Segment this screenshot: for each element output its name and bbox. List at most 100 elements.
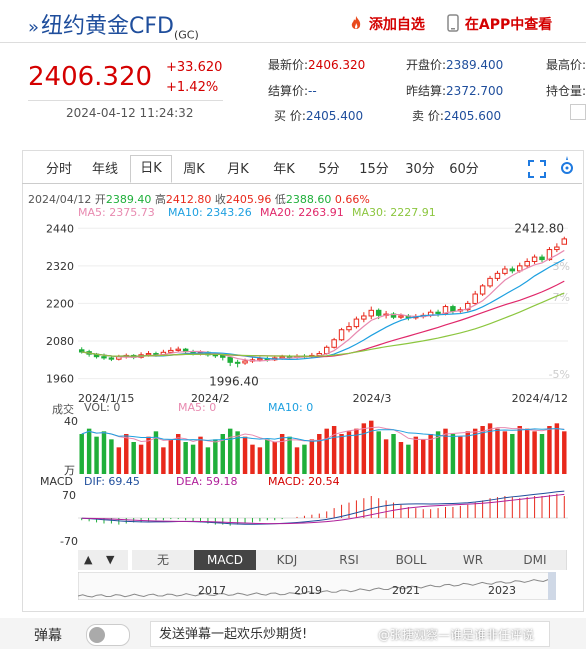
volume-bar <box>309 439 315 474</box>
latest-price-field: 最新价:2406.320 <box>268 58 366 72</box>
tab-60min[interactable]: 60分 <box>444 157 484 183</box>
candle-body <box>509 268 516 272</box>
tab-5min[interactable]: 5分 <box>312 157 346 183</box>
volume-bar <box>376 431 381 474</box>
vol-label: VOL: 0 <box>84 401 121 414</box>
ma5-line <box>81 249 565 362</box>
add-watchlist-label: 添加自选 <box>368 17 425 33</box>
scroll-down-icon[interactable]: ▼ <box>106 553 114 566</box>
indicator-dmi[interactable]: DMI <box>504 550 567 570</box>
toggle-knob <box>89 627 105 643</box>
ohlc-date: 2024/04/12 <box>28 193 92 206</box>
tab-monthly-k[interactable]: 月K <box>220 157 256 183</box>
volume-bar <box>294 447 300 474</box>
tab-year-line[interactable]: 年线 <box>84 157 126 183</box>
quote-header: »纽约黄金CFD(GC) 添加自选 在APP中查看 <box>0 0 586 43</box>
volume-bar <box>101 431 107 474</box>
dif-label: DIF: 69.45 <box>84 475 140 488</box>
volume-bar <box>116 447 122 474</box>
volume-bar <box>161 447 166 474</box>
candle-body <box>346 326 352 331</box>
volume-bar <box>86 428 92 474</box>
volume-bar <box>346 431 352 474</box>
tab-intraday[interactable]: 分时 <box>38 157 80 183</box>
candle-body <box>175 348 181 351</box>
volume-bar <box>413 436 419 474</box>
tab-underline <box>22 183 582 184</box>
volume-bar <box>242 436 248 474</box>
volume-chart <box>79 420 567 474</box>
y-tick-label: 2440 <box>46 222 74 235</box>
candle-body <box>257 358 263 361</box>
candle-body <box>145 353 152 356</box>
price-change: +33.620 <box>166 60 223 75</box>
ohlc-info: 2024/04/12 开2389.40 高2412.80 收2405.96 低2… <box>28 193 370 206</box>
y-tick-label: 2320 <box>46 260 74 273</box>
dea-line <box>81 493 565 525</box>
settle-price-field: 结算价:-- <box>268 84 317 98</box>
volume-bar <box>205 447 211 474</box>
tab-30min[interactable]: 30分 <box>400 157 440 183</box>
scroll-up-icon[interactable]: ▲ <box>84 553 92 566</box>
indicator-boll[interactable]: BOLL <box>380 550 443 570</box>
volume-bar <box>213 439 218 474</box>
volume-bar <box>472 428 478 474</box>
indicator-rsi[interactable]: RSI <box>318 550 381 570</box>
instrument-name: 纽约黄金CFD <box>41 14 174 39</box>
candle-body <box>539 256 545 261</box>
indicator-wr[interactable]: WR <box>442 550 505 570</box>
expand-box[interactable] <box>570 104 586 120</box>
volume-bar <box>554 423 560 474</box>
volume-bar <box>339 434 344 474</box>
pct-tick-label: 3% <box>553 260 570 273</box>
divider <box>28 100 223 101</box>
volume-bar <box>421 439 426 474</box>
nav-year-2023: 2023 <box>488 584 516 597</box>
indicator-kdj[interactable]: KDJ <box>256 550 319 570</box>
instrument-code: (GC) <box>173 28 199 42</box>
volume-bar <box>272 442 277 474</box>
tab-daily-k[interactable]: 日K <box>130 155 172 183</box>
candle-body <box>561 238 568 245</box>
macd-title: MACD <box>40 475 73 488</box>
danmu-toggle[interactable] <box>86 624 130 646</box>
candle-body <box>450 306 456 312</box>
volume-bar <box>94 436 99 474</box>
dif-line <box>81 490 565 525</box>
volume-bar <box>361 423 367 474</box>
dea-label: DEA: 59.18 <box>176 475 238 488</box>
vol-ma10-label: MA10: 0 <box>268 401 314 414</box>
add-watchlist-button[interactable]: 添加自选 <box>348 14 425 34</box>
candle-body <box>398 315 404 318</box>
tab-yearly-k[interactable]: 年K <box>266 157 302 183</box>
indicator-macd[interactable]: MACD <box>194 550 257 570</box>
x-tick-label: 2024/4/12 <box>512 392 568 405</box>
candle-body <box>487 277 493 287</box>
volume-bar <box>398 442 404 474</box>
indicator-none[interactable]: 无 <box>132 550 195 570</box>
volume-bar <box>502 431 508 474</box>
candlestick-chart[interactable]: 2440 2320 2200 2080 1960 3% 7% -5% 2412.80 1996.4… <box>22 218 582 408</box>
volume-bar <box>183 442 188 474</box>
high-price-field: 最高价: <box>546 58 586 72</box>
candle-body <box>375 309 382 316</box>
open-in-app-button[interactable]: 在APP中查看 <box>446 14 552 34</box>
tab-weekly-k[interactable]: 周K <box>176 157 212 183</box>
instrument-title: »纽约黄金CFD(GC) <box>28 8 199 41</box>
volume-bar <box>517 426 522 474</box>
open-in-app-label: 在APP中查看 <box>464 17 553 33</box>
candle-body <box>517 265 523 272</box>
fullscreen-icon[interactable] <box>528 160 546 178</box>
macd-chart <box>78 490 568 526</box>
vol-ma5-label: MA5: 0 <box>178 401 217 414</box>
volume-bar <box>124 434 129 474</box>
volume-bar <box>146 436 151 474</box>
volume-bar <box>458 436 463 474</box>
candle-body <box>524 260 530 267</box>
volume-bar <box>279 434 285 474</box>
settings-icon[interactable] <box>560 156 574 180</box>
candle-body <box>502 268 508 274</box>
ohlc-high: 2412.80 <box>165 193 212 206</box>
volume-bar <box>138 444 144 474</box>
tab-15min[interactable]: 15分 <box>354 157 394 183</box>
